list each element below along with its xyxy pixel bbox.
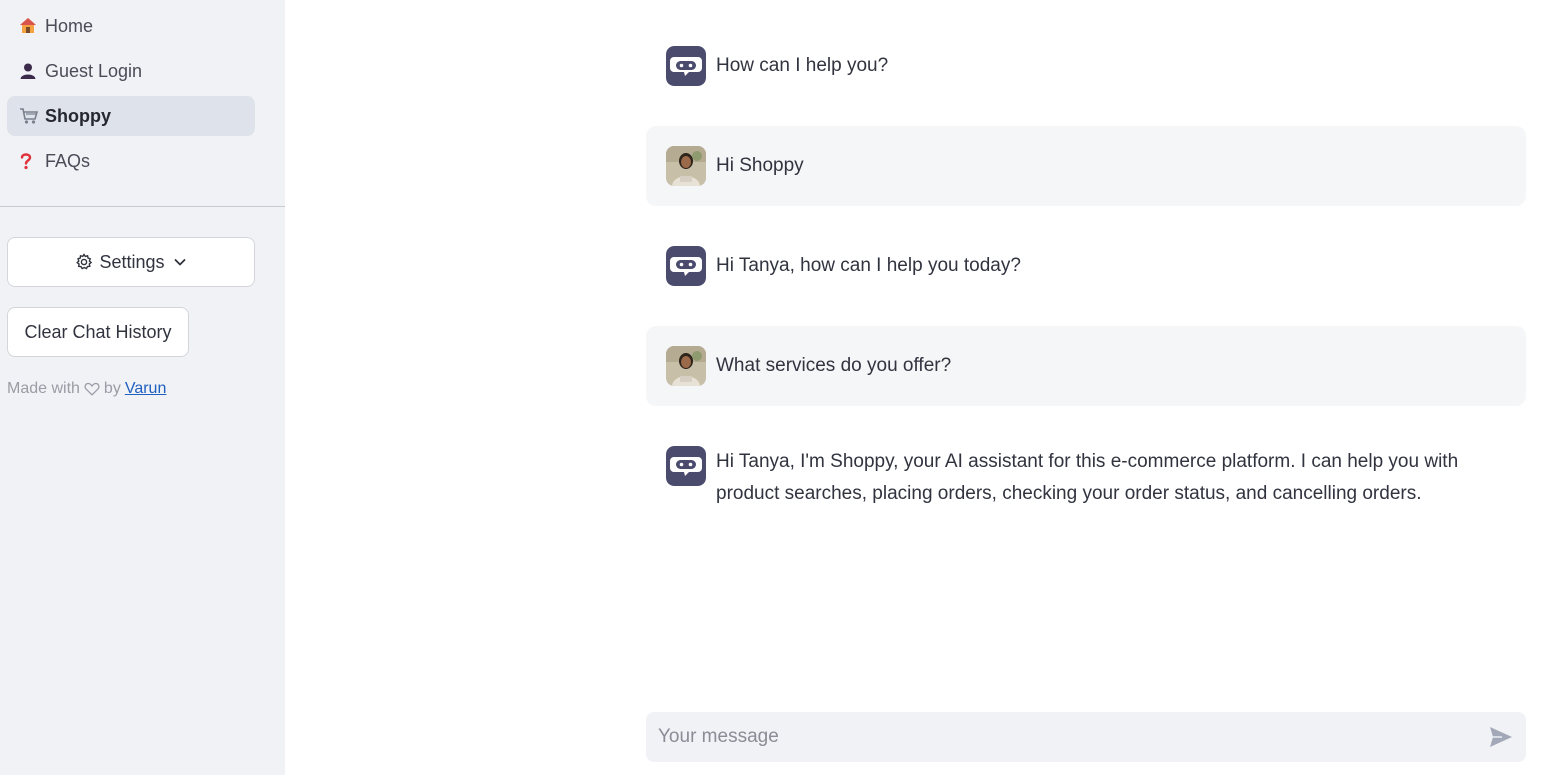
house-icon: [19, 17, 41, 35]
nav-label: Guest Login: [45, 60, 143, 81]
message-text: Hi Shoppy: [716, 155, 804, 176]
settings-label: Settings: [99, 251, 165, 272]
chat-message-assistant: Hi Tanya, how can I help you today?: [646, 226, 1526, 306]
cart-icon: [19, 107, 41, 125]
message-text: What services do you offer?: [716, 355, 952, 376]
chat-message-assistant: Hi Tanya, I'm Shoppy, your AI assistant …: [646, 426, 1526, 526]
message-text: Hi Tanya, I'm Shoppy, your AI assistant …: [716, 451, 1459, 504]
author-link[interactable]: Varun: [125, 380, 167, 398]
message-text: Hi Tanya, how can I help you today?: [716, 255, 1021, 276]
chat-message-user: Hi Shoppy: [646, 126, 1526, 206]
user-avatar: [666, 346, 706, 386]
heart-icon: [84, 382, 100, 396]
send-icon: [1490, 727, 1512, 747]
chat-message-assistant: How can I help you?: [646, 26, 1526, 106]
sidebar: Home Guest Login Shoppy FAQs Settings Cl…: [0, 0, 285, 775]
sidebar-divider: [0, 206, 285, 207]
nav-item-shoppy[interactable]: Shoppy: [7, 96, 255, 136]
by-text: by: [103, 380, 121, 397]
nav-item-faqs[interactable]: FAQs: [7, 141, 255, 181]
bot-avatar: [666, 46, 706, 86]
message-text: How can I help you?: [716, 55, 889, 76]
bot-avatar: [666, 446, 706, 486]
nav-item-guest-login[interactable]: Guest Login: [7, 51, 255, 91]
chat-message-user: What services do you offer?: [646, 326, 1526, 406]
send-button[interactable]: [1488, 725, 1514, 749]
nav-label: Home: [45, 15, 94, 36]
settings-button[interactable]: Settings: [7, 237, 255, 287]
made-with-footer: Made with by Varun: [7, 380, 166, 398]
chevron-down-icon: [173, 255, 187, 269]
nav-item-home[interactable]: Home: [7, 6, 255, 46]
bot-avatar: [666, 246, 706, 286]
nav-label: FAQs: [45, 150, 91, 171]
question-icon: [19, 152, 41, 170]
clear-chat-history-button[interactable]: Clear Chat History: [7, 307, 189, 357]
user-icon: [19, 62, 41, 80]
chat-message-input[interactable]: [656, 712, 1476, 762]
chat-input-container: [646, 712, 1526, 762]
user-avatar: [666, 146, 706, 186]
nav-label: Shoppy: [45, 105, 111, 126]
gear-icon: [75, 253, 93, 271]
made-with-text: Made with: [7, 380, 80, 397]
